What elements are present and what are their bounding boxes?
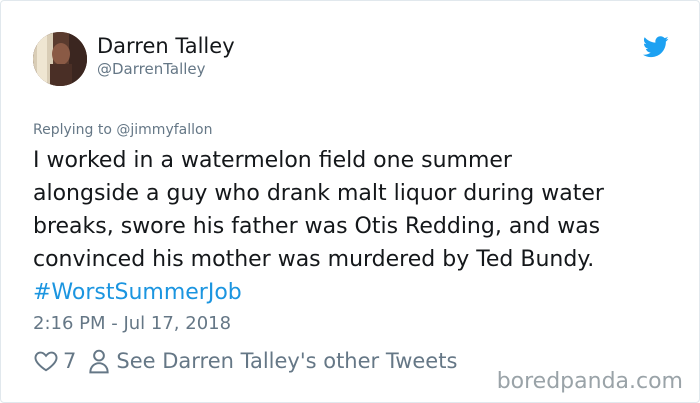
user-handle[interactable]: @DarrenTalley [97,60,206,78]
tweet-timestamp[interactable]: 2:16 PM - Jul 17, 2018 [33,313,231,335]
tweet-text-line: alongside a guy who drank malt liquor du… [33,181,604,206]
tweet-text-line: convinced his mother was murdered by Ted… [33,247,595,272]
watermark: boredpanda.com [496,369,683,394]
tweet-text-line: breaks, swore his father was Otis Reddin… [33,214,601,239]
display-name[interactable]: Darren Talley [97,33,235,59]
tweet-text: I worked in a watermelon field one summe… [33,144,683,309]
heart-icon[interactable] [33,348,59,374]
reply-mention-link[interactable]: @jimmyfallon [116,122,212,138]
tweet-card: Darren Talley @DarrenTalley Replying to … [0,0,700,403]
reply-context: Replying to @jimmyfallon [33,121,212,139]
avatar[interactable] [33,32,87,86]
hashtag-link[interactable]: #WorstSummerJob [33,276,683,309]
other-tweets-link[interactable]: See Darren Talley's other Tweets [116,349,457,373]
tweet-actions: 7 See Darren Talley's other Tweets [33,346,457,376]
reply-prefix: Replying to [33,122,117,138]
person-icon[interactable] [88,348,110,374]
twitter-bird-icon[interactable] [643,36,669,58]
like-count[interactable]: 7 [63,349,76,373]
avatar-image [33,32,87,86]
tweet-text-line: I worked in a watermelon field one summe… [33,148,512,173]
